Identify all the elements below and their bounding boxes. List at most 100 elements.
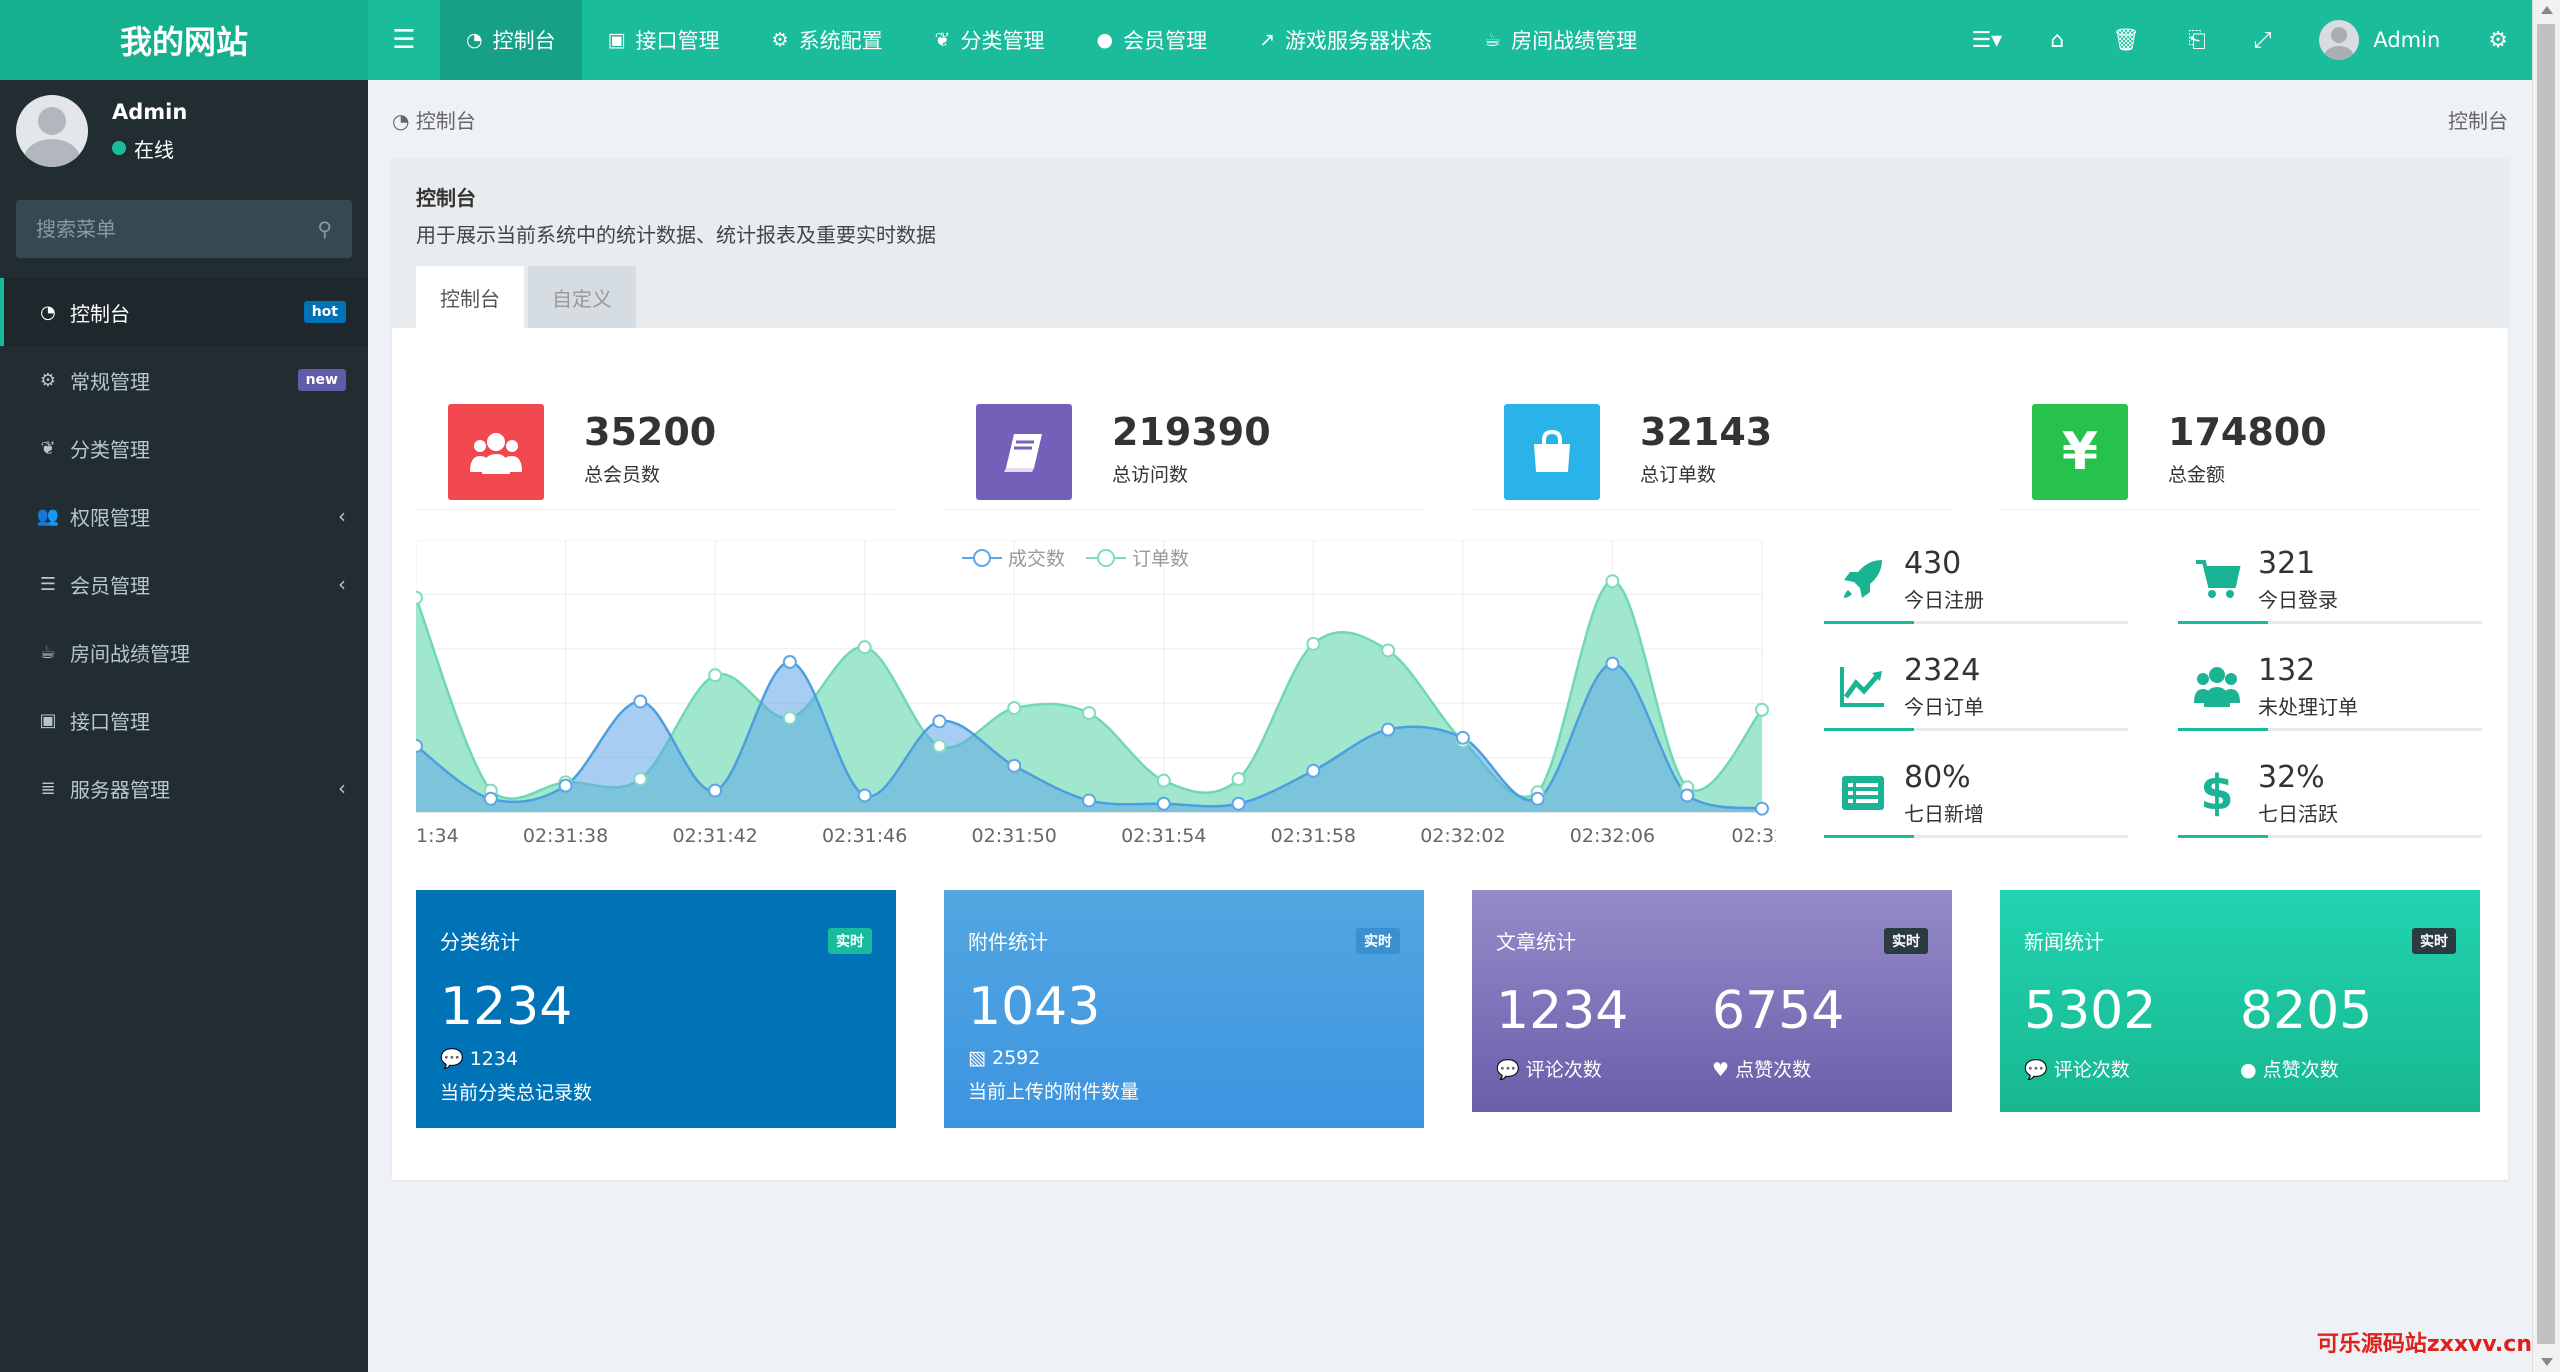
settings-button[interactable]: ⚙ — [2464, 0, 2532, 80]
stat-label: 总访问数 — [1112, 464, 1189, 486]
sidebar-item-general[interactable]: ⚙ 常规管理 new — [0, 346, 368, 414]
mini-stat-label: 今日注册 — [1904, 588, 1984, 612]
card-sub-label: 评论次数 — [2053, 1059, 2130, 1081]
avatar — [16, 95, 88, 167]
card-sub: 💬 评论次数 — [1496, 1055, 1712, 1082]
x-tick-label: 02:31:58 — [1271, 825, 1356, 847]
data-point — [708, 783, 723, 798]
search-menu-input[interactable] — [36, 217, 318, 241]
topnav-item-room-records[interactable]: ☕ 房间战绩管理 — [1458, 0, 1663, 80]
sidebar-item-dashboard[interactable]: ◔ 控制台 hot — [0, 278, 368, 346]
page-scrollbar[interactable] — [2532, 0, 2560, 1372]
yen-icon: ¥ — [2032, 404, 2128, 500]
language-button[interactable]: ⎗ — [2164, 0, 2230, 80]
panel-tabs: 控制台 自定义 — [416, 266, 640, 328]
data-point — [1156, 796, 1171, 811]
scroll-up-arrow-icon[interactable] — [2541, 6, 2553, 14]
mini-stat-value: 132 — [2258, 653, 2316, 688]
data-point — [633, 694, 648, 709]
sidebar-item-servers[interactable]: ≣ 服务器管理 ‹ — [0, 754, 368, 822]
linkedin-icon: ▣ — [39, 709, 57, 731]
x-tick-label: 02:31:42 — [672, 825, 757, 847]
card-sub: ● 点赞次数 — [2240, 1055, 2456, 1082]
stat-value: 35200 — [584, 410, 717, 454]
line-chart-icon — [1840, 667, 1884, 707]
data-point — [1680, 788, 1695, 803]
area-chart[interactable]: 1:34 02:31:38 02:31:42 02:31:46 02:31:50 02:3… — [409, 539, 1793, 860]
sidebar-item-permissions[interactable]: 👥 权限管理 ‹ — [0, 482, 368, 550]
sidebar-item-members[interactable]: ☰ 会员管理 ‹ — [0, 550, 368, 618]
breadcrumb: ◔ 控制台 控制台 — [392, 104, 2508, 134]
data-point — [1231, 796, 1246, 811]
mini-stat-underline — [2178, 728, 2482, 731]
legend-marker — [973, 549, 991, 567]
home-button[interactable]: ⌂ — [2026, 0, 2088, 80]
sidebar-item-label: 房间战绩管理 — [70, 641, 190, 666]
data-point — [782, 711, 797, 726]
scroll-down-arrow-icon[interactable] — [2541, 1358, 2553, 1366]
data-point — [932, 739, 947, 754]
page-description: 用于展示当前系统中的统计数据、统计报表及重要实时数据 — [416, 223, 936, 247]
new-badge: new — [297, 369, 346, 391]
topnav-item-api[interactable]: ▣ 接口管理 — [582, 0, 746, 80]
card-category-stats: 分类统计 实时 1234 💬 1234 当前分类总记录数 — [416, 890, 896, 1128]
breadcrumb-left[interactable]: ◔ 控制台 — [392, 105, 476, 134]
topnav-item-members[interactable]: ● 会员管理 — [1071, 0, 1234, 80]
card-title: 新闻统计 — [2024, 930, 2104, 954]
topnav-label: 系统配置 — [798, 29, 883, 53]
data-point — [409, 739, 423, 754]
sidebar-item-api[interactable]: ▣ 接口管理 — [0, 686, 368, 754]
chart-svg: 1:34 02:31:38 02:31:42 02:31:46 02:31:50 02:3… — [409, 539, 1793, 847]
dashboard-icon: ◔ — [392, 108, 416, 133]
mini-stat-underline — [1824, 835, 2128, 838]
online-dot-icon — [112, 141, 126, 155]
x-tick-label: 02:31:46 — [822, 825, 907, 847]
page-title: 控制台 — [416, 186, 476, 210]
top-navbar: ☰ ◔ 控制台 ▣ 接口管理 ⚙ 系统配置 ❦ 分类管理 ● 会员管理 ↗ 游戏… — [368, 0, 2532, 80]
topnav-item-dashboard[interactable]: ◔ 控制台 — [440, 0, 582, 80]
menu-dropdown-button[interactable]: ☰▾ — [1947, 0, 2026, 80]
data-point — [1082, 793, 1096, 808]
list-alt-icon — [1842, 776, 1884, 810]
topnav-label: 控制台 — [492, 29, 556, 53]
sidebar-item-label: 权限管理 — [70, 505, 150, 530]
x-tick-label: 02:32:06 — [1570, 825, 1655, 847]
external-link-icon: ↗ — [1259, 29, 1276, 51]
home-icon: ⌂ — [2050, 27, 2065, 53]
mini-stat-value: 32% — [2258, 760, 2325, 795]
data-point — [857, 640, 872, 655]
sidebar-item-category[interactable]: ❦ 分类管理 — [0, 414, 368, 482]
card-big-value: 5302 — [2024, 981, 2157, 1041]
x-tick-label: 02:32:02 — [1420, 825, 1505, 847]
tab-dashboard[interactable]: 控制台 — [416, 266, 524, 328]
search-icon[interactable]: ⚲ — [317, 217, 332, 241]
tab-custom[interactable]: 自定义 — [528, 266, 636, 328]
mini-stat-value: 321 — [2258, 546, 2316, 581]
cogs-icon: ⚙ — [2488, 27, 2508, 53]
topnav-item-category[interactable]: ❦ 分类管理 — [909, 0, 1071, 80]
dashboard-panel: 控制台 用于展示当前系统中的统计数据、统计报表及重要实时数据 控制台 自定义 3… — [392, 158, 2508, 1180]
topnav-item-server-status[interactable]: ↗ 游戏服务器状态 — [1233, 0, 1458, 80]
comment-icon: 💬 — [1496, 1059, 1526, 1081]
card-title: 分类统计 — [440, 930, 520, 954]
sidebar-item-label: 接口管理 — [70, 709, 150, 734]
x-tick-label: 02:31:54 — [1121, 825, 1206, 847]
clear-cache-button[interactable]: 🗑 — [2088, 0, 2164, 80]
card-sub-label: 评论次数 — [1525, 1059, 1602, 1081]
mini-stat-label: 七日新增 — [1904, 802, 1984, 826]
fullscreen-button[interactable]: ⤢ — [2230, 0, 2296, 80]
site-logo[interactable]: 我的网站 — [0, 0, 368, 80]
sidebar-toggle-button[interactable]: ☰ — [368, 0, 440, 80]
topnav-item-config[interactable]: ⚙ 系统配置 — [746, 0, 909, 80]
sidebar-item-room-records[interactable]: ☕ 房间战绩管理 — [0, 618, 368, 686]
data-point — [1605, 656, 1620, 671]
sidebar-search: ⚲ — [16, 200, 352, 258]
users-icon — [2194, 667, 2240, 707]
scrollbar-thumb[interactable] — [2537, 24, 2555, 1344]
x-tick-label: 02:31:38 — [523, 825, 608, 847]
user-menu[interactable]: Admin — [2295, 0, 2464, 80]
mini-stats: 430 今日注册 321 今日登录 2324 今日订单 132 未处理订单 80… — [1824, 540, 2484, 840]
translate-icon: ⎗ — [2188, 27, 2206, 53]
legend-marker — [1097, 549, 1115, 567]
data-point — [932, 714, 947, 729]
